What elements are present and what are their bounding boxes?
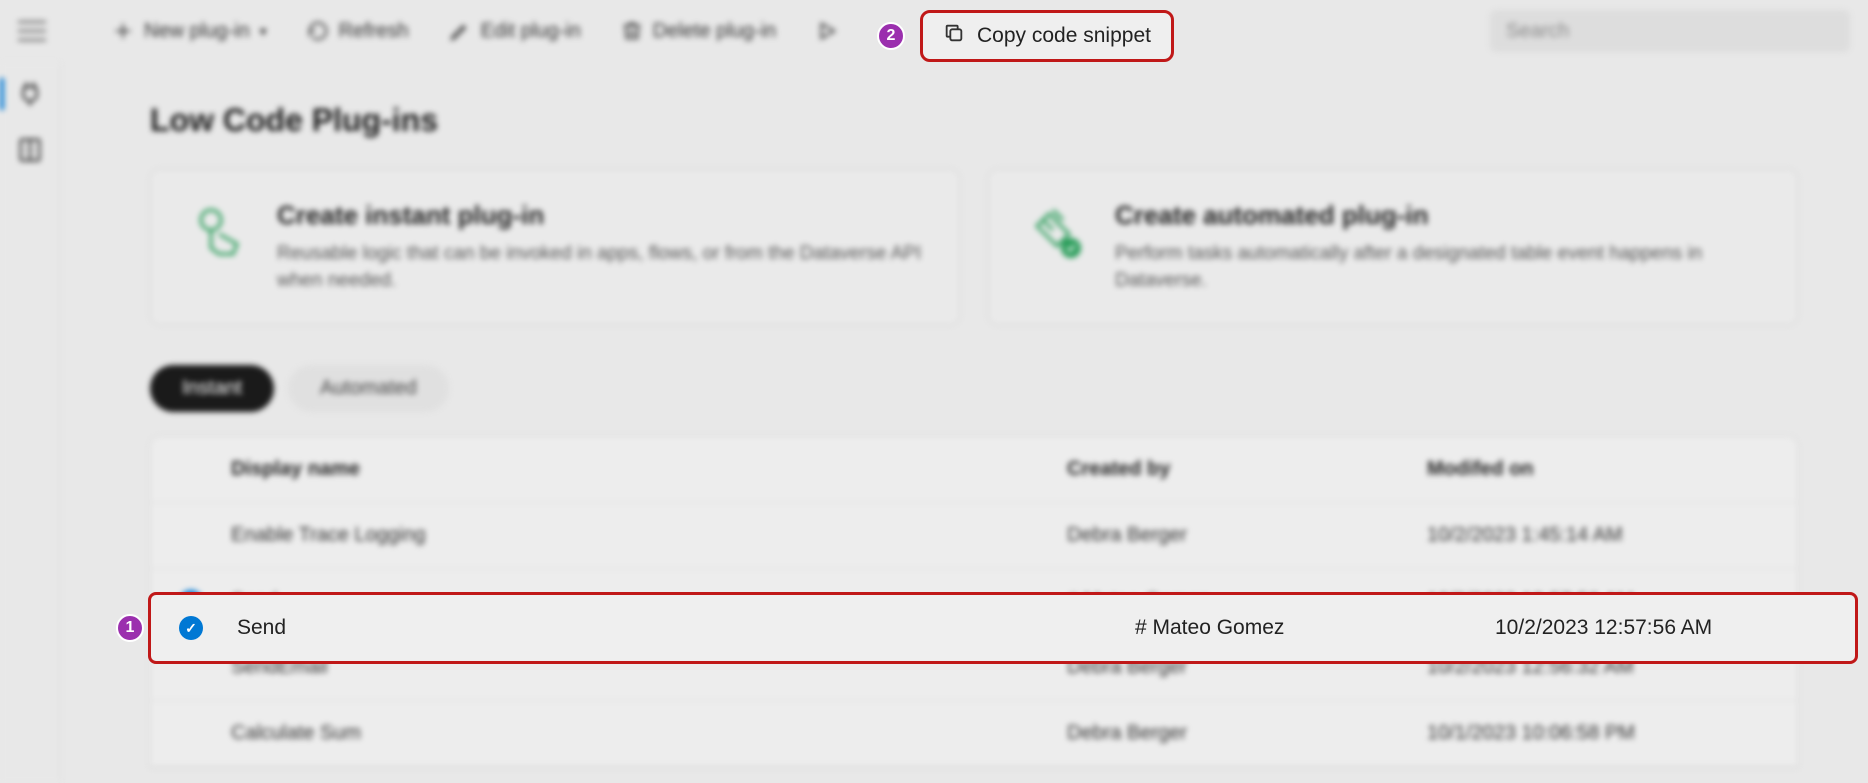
col-modified-on[interactable]: Modifed on <box>1427 458 1787 481</box>
highlight-name: Send <box>231 616 1135 640</box>
hamburger-icon[interactable] <box>18 21 46 41</box>
trash-icon <box>621 20 643 42</box>
left-rail <box>0 62 60 783</box>
play-button[interactable] <box>802 12 852 50</box>
chevron-down-icon: ▾ <box>260 23 267 40</box>
rail-book-icon[interactable] <box>16 136 44 164</box>
rail-plugin-icon[interactable] <box>16 80 44 108</box>
delete-plugin-button[interactable]: Delete plug-in <box>607 12 790 51</box>
new-plugin-label: New plug-in <box>144 20 250 43</box>
highlight-created-by: # Mateo Gomez <box>1135 616 1495 640</box>
main-content: Low Code Plug-ins Create instant plug-in… <box>60 62 1868 783</box>
pencil-icon <box>449 20 471 42</box>
copy-code-snippet-button[interactable]: Copy code snippet <box>920 10 1174 62</box>
highlighted-row[interactable]: ✓ Send # Mateo Gomez 10/2/2023 12:57:56 … <box>148 592 1858 664</box>
page-title: Low Code Plug-ins <box>150 102 1798 139</box>
automated-card-desc: Perform tasks automatically after a desi… <box>1115 241 1763 294</box>
edit-plugin-button[interactable]: Edit plug-in <box>435 12 595 51</box>
annotation-badge-1: 1 <box>116 614 144 642</box>
search-placeholder: Search <box>1506 20 1569 43</box>
tab-automated[interactable]: Automated <box>288 365 449 412</box>
create-automated-card[interactable]: Create automated plug-in Perform tasks a… <box>988 169 1798 325</box>
highlight-modified-on: 10/2/2023 12:57:56 AM <box>1495 616 1855 640</box>
new-plugin-button[interactable]: New plug-in ▾ <box>98 12 281 51</box>
check-icon[interactable]: ✓ <box>179 616 203 640</box>
plug-icon <box>1023 200 1087 264</box>
annotation-badge-2: 2 <box>877 22 905 50</box>
instant-card-title: Create instant plug-in <box>277 200 925 231</box>
automated-card-title: Create automated plug-in <box>1115 200 1763 231</box>
table-header-row: Display name Created by Modifed on <box>151 437 1797 503</box>
delete-plugin-label: Delete plug-in <box>653 20 776 43</box>
search-input[interactable]: Search <box>1490 10 1850 52</box>
create-instant-card[interactable]: Create instant plug-in Reusable logic th… <box>150 169 960 325</box>
tab-row: Instant Automated <box>150 365 1798 412</box>
edit-plugin-label: Edit plug-in <box>481 20 581 43</box>
tab-instant[interactable]: Instant <box>150 365 274 412</box>
copy-icon <box>943 22 965 50</box>
refresh-label: Refresh <box>339 20 409 43</box>
copy-snippet-label: Copy code snippet <box>977 24 1151 48</box>
col-display-name[interactable]: Display name <box>231 458 1067 481</box>
refresh-button[interactable]: Refresh <box>293 12 423 51</box>
play-icon <box>816 20 838 42</box>
plus-icon <box>112 20 134 42</box>
tap-icon <box>185 200 249 264</box>
col-created-by[interactable]: Created by <box>1067 458 1427 481</box>
table-row[interactable]: Calculate Sum Debra Berger 10/1/2023 10:… <box>151 701 1797 767</box>
instant-card-desc: Reusable logic that can be invoked in ap… <box>277 241 925 294</box>
refresh-icon <box>307 20 329 42</box>
table-row[interactable]: Enable Trace Logging Debra Berger 10/2/2… <box>151 503 1797 569</box>
